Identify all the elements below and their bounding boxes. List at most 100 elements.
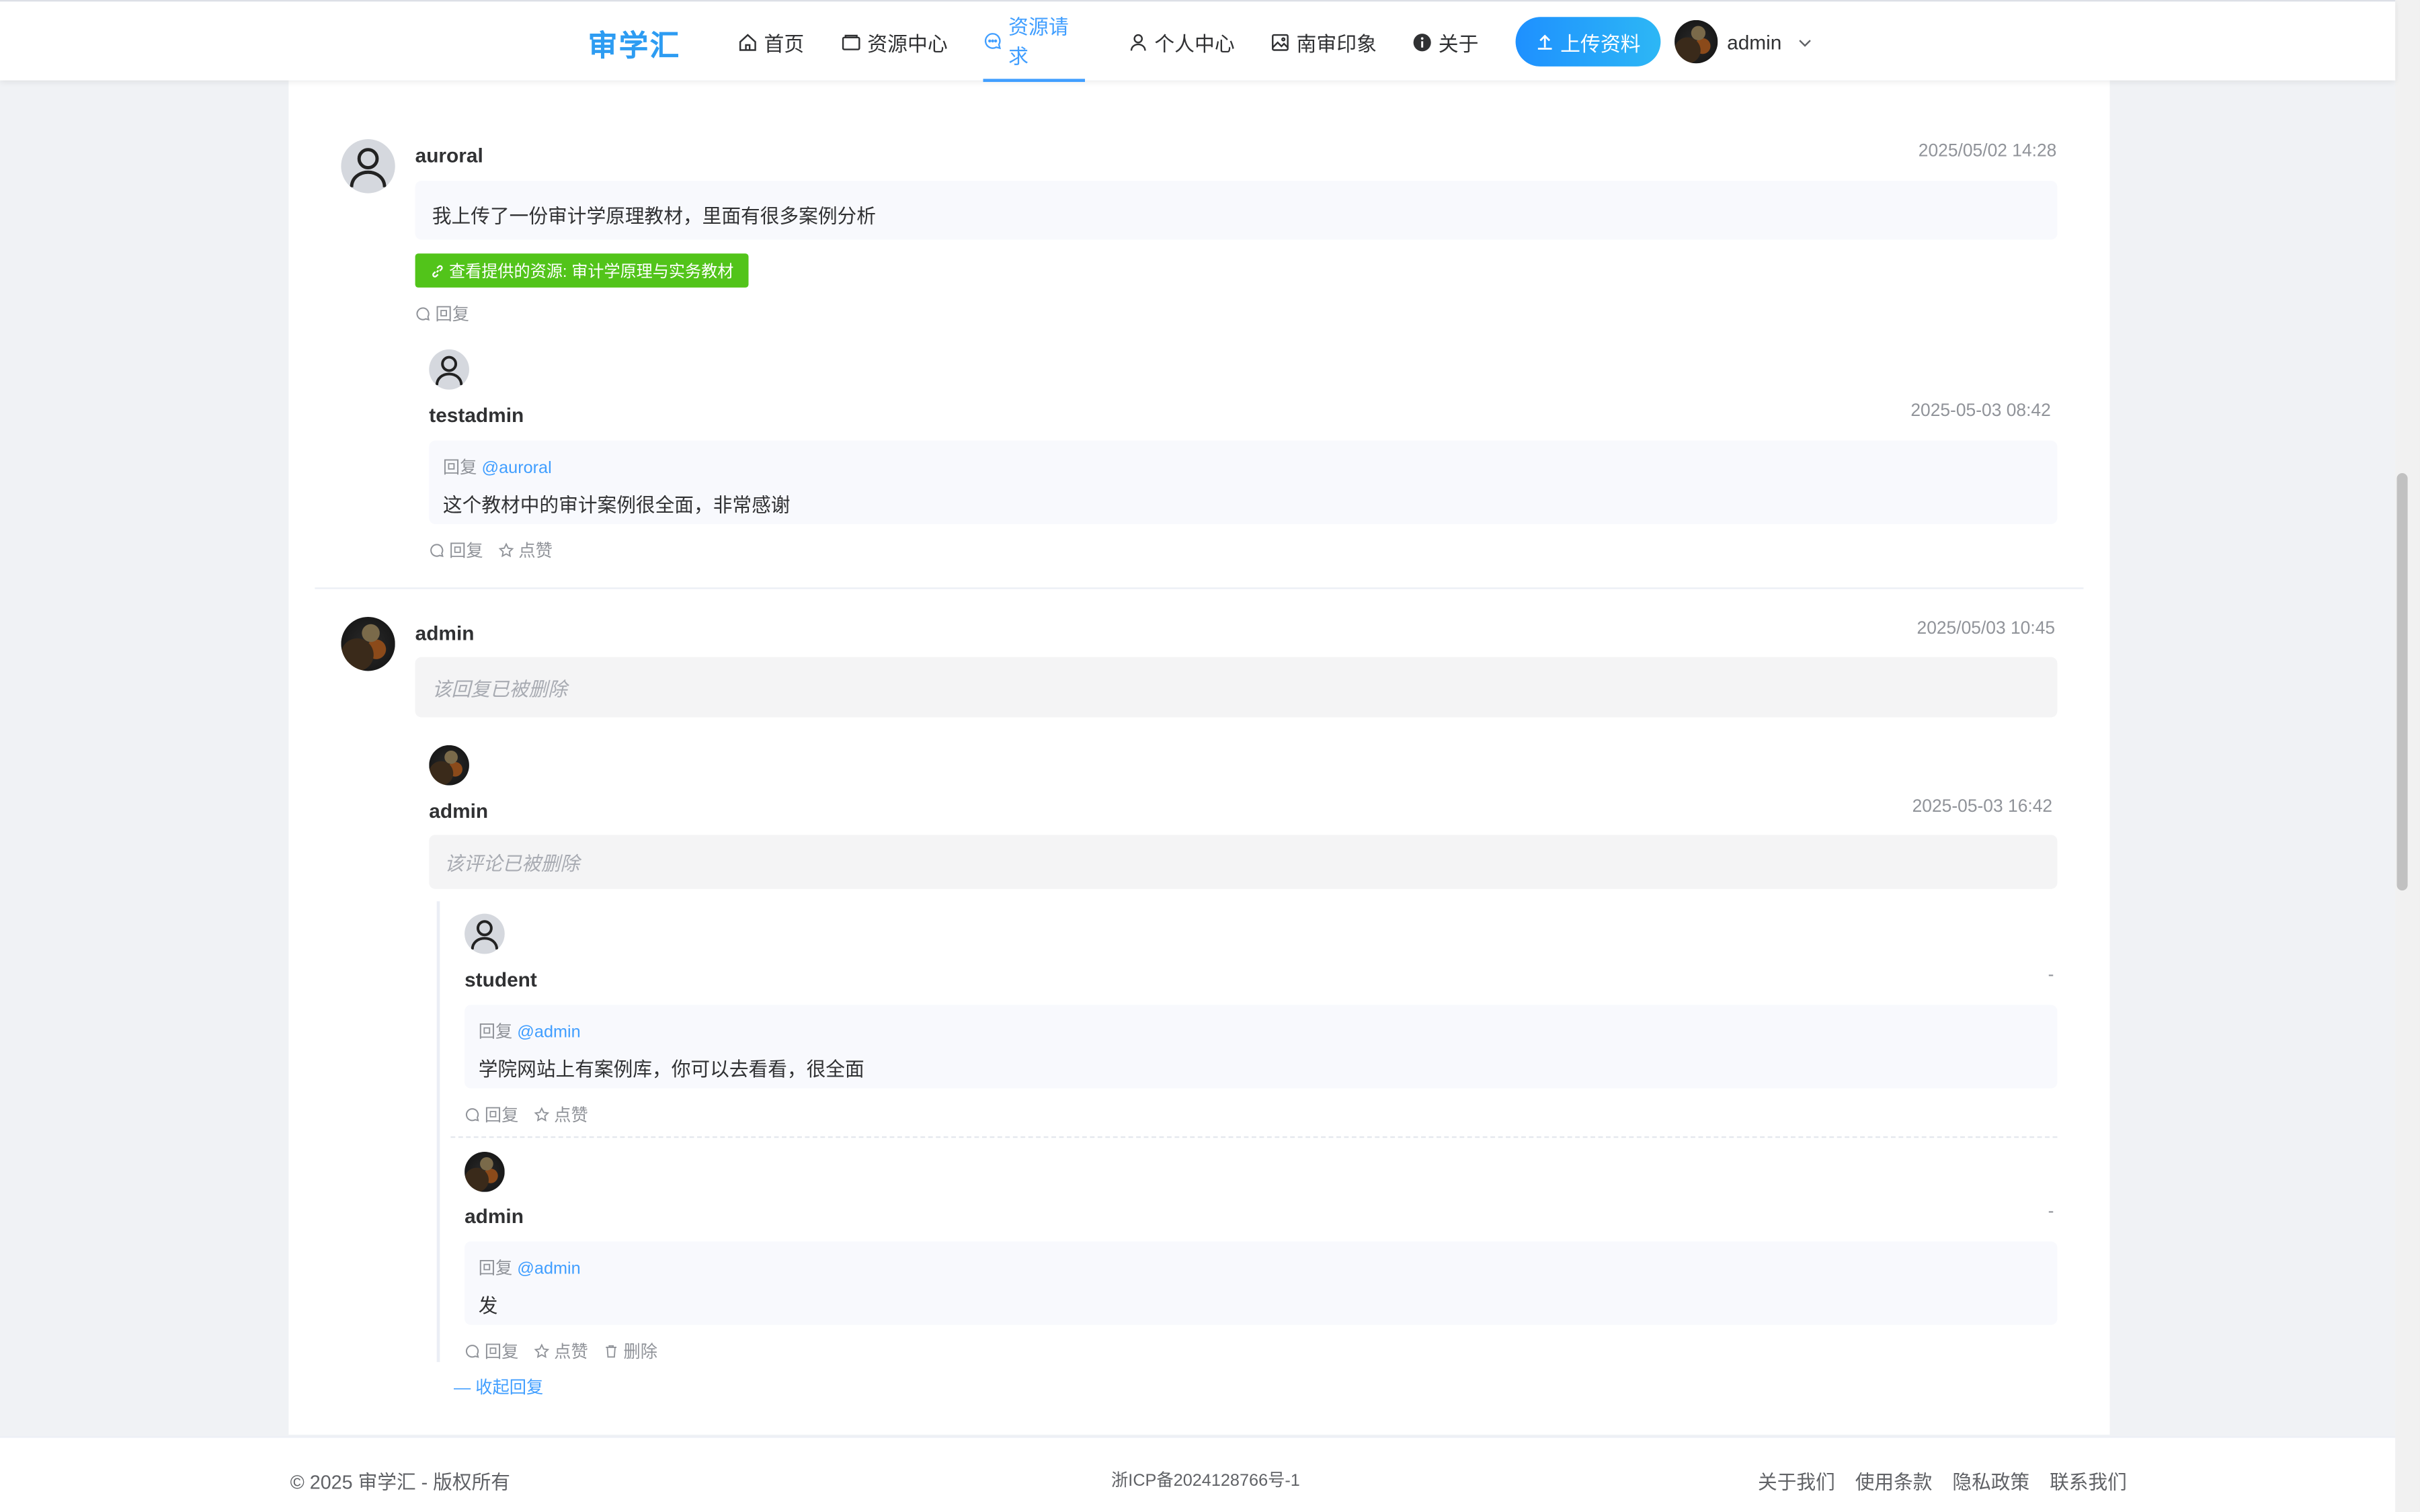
nav-nanshen-impression[interactable]: 南审印象 (1270, 1, 1377, 82)
like-button[interactable]: 点赞 (534, 1339, 588, 1363)
nav-about[interactable]: 关于 (1412, 1, 1479, 82)
mention-link[interactable]: @admin (517, 1023, 580, 1042)
chat-icon (430, 544, 444, 558)
like-button[interactable]: 点赞 (498, 538, 553, 563)
user-menu[interactable]: admin (1675, 19, 1814, 64)
like-label: 点赞 (518, 542, 553, 562)
reply-prefix: 回复 (442, 459, 477, 478)
reply-prefix: 回复 (478, 1259, 513, 1279)
footer-link-terms[interactable]: 使用条款 (1855, 1466, 1933, 1495)
resource-link-label: 查看提供的资源: 审计学原理与实务教材 (449, 261, 734, 281)
nav-resource-request-label: 资源请求 (1008, 15, 1069, 69)
avatar (1675, 19, 1718, 64)
chevron-down-icon (1800, 39, 1812, 46)
star-icon (534, 1107, 550, 1122)
thread-line (436, 901, 440, 1362)
avatar (465, 1151, 505, 1192)
copyright: © 2025 审学汇 - 版权所有 (290, 1472, 510, 1494)
info-icon (1413, 33, 1431, 51)
nav-home-label: 首页 (764, 32, 805, 55)
scrollbar-thumb[interactable] (2396, 472, 2408, 891)
reply-username: student (465, 968, 537, 991)
like-label: 点赞 (554, 1343, 588, 1362)
image-icon (1272, 33, 1289, 50)
like-button[interactable]: 点赞 (534, 1102, 588, 1127)
nav-nanshen-impression-label: 南审印象 (1296, 32, 1377, 55)
reply-content-box: 回复 @admin 发 (465, 1241, 2058, 1325)
comment-time: 2025/05/02 14:28 (1918, 142, 2057, 161)
star-icon (498, 542, 514, 558)
reply-label: 回复 (484, 1343, 519, 1362)
avatar (341, 616, 395, 671)
chat-icon (984, 32, 1002, 49)
reply-divider (450, 1136, 2058, 1138)
reply-text: 这个教材中的审计案例很全面，非常感谢 (442, 495, 791, 517)
deleted-content: 该回复已被删除 (415, 657, 2058, 718)
reply-button[interactable]: 回复 (415, 302, 469, 327)
comment-time: 2025/05/03 10:45 (1917, 620, 2056, 639)
reply-time: 2025-05-03 08:42 (1910, 402, 2051, 421)
reply-actions: 回复 点赞 (465, 1102, 588, 1127)
collapse-replies-button[interactable]: — 收起回复 (454, 1374, 543, 1399)
delete-button[interactable]: 删除 (604, 1339, 657, 1363)
reply-time: 2025-05-03 16:42 (1912, 798, 2053, 816)
icp-number[interactable]: 浙ICP备2024128766号-1 (1111, 1467, 1300, 1492)
avatar (465, 913, 505, 954)
reply-actions: 回复 点赞 (429, 538, 553, 563)
nav-personal-center[interactable]: 个人中心 (1128, 1, 1235, 82)
nav-personal-center-label: 个人中心 (1154, 32, 1235, 55)
reply-content-box: 回复 @admin 学院网站上有案例库，你可以去看看，很全面 (465, 1005, 2058, 1089)
nav-resource-center-label: 资源中心 (867, 32, 948, 55)
link-icon (432, 264, 443, 277)
reply-prefix: 回复 (478, 1023, 513, 1042)
chat-icon (466, 1345, 479, 1358)
reply-button[interactable]: 回复 (465, 1339, 518, 1363)
reply-to-line: 回复 @admin (479, 1019, 2058, 1044)
collapse-label: 收起回复 (475, 1379, 544, 1398)
user-icon (1130, 33, 1146, 50)
reply-username: testadmin (429, 403, 524, 427)
site-logo[interactable]: 审学汇 (588, 24, 681, 65)
default-user-icon (350, 148, 387, 187)
top-navbar: 审学汇 首页 资源中心 资源请求 个人中心 南审印象 关于 上传资料 admin (0, 0, 2396, 82)
chat-icon (416, 307, 430, 321)
reply-label: 回复 (435, 306, 469, 325)
star-icon (534, 1343, 550, 1358)
trash-icon (606, 1345, 617, 1358)
comment-divider (315, 587, 2084, 589)
upload-button[interactable]: 上传资料 (1515, 17, 1661, 67)
box-icon (842, 34, 860, 50)
nav-resource-request[interactable]: 资源请求 (983, 1, 1086, 82)
reply-button[interactable]: 回复 (465, 1102, 518, 1127)
comment-username: admin (415, 621, 475, 645)
reply-username: admin (465, 1204, 524, 1228)
footer-link-contact[interactable]: 联系我们 (2050, 1466, 2127, 1495)
avatar (429, 349, 469, 390)
mention-link[interactable]: @auroral (481, 459, 551, 478)
reply-label: 回复 (484, 1107, 519, 1126)
default-user-icon (435, 355, 463, 386)
page: 审学汇 首页 资源中心 资源请求 个人中心 南审印象 关于 上传资料 admin… (0, 0, 2420, 1512)
reply-text: 学院网站上有案例库，你可以去看看，很全面 (478, 1058, 864, 1081)
reply-content-box: 回复 @auroral 这个教材中的审计案例很全面，非常感谢 (429, 440, 2058, 524)
reply-username: admin (429, 799, 489, 823)
comment-username: auroral (415, 143, 483, 167)
resource-link-button[interactable]: 查看提供的资源: 审计学原理与实务教材 (415, 253, 750, 288)
chat-icon (466, 1108, 479, 1122)
comment-content: 我上传了一份审计学原理教材，里面有很多案例分析 (415, 181, 2058, 240)
footer-link-about[interactable]: 关于我们 (1758, 1466, 1835, 1495)
mention-link[interactable]: @admin (517, 1260, 580, 1279)
nav-home[interactable]: 首页 (737, 1, 804, 82)
nav-about-label: 关于 (1438, 32, 1479, 55)
avatar (341, 139, 395, 194)
footer-links: 关于我们 使用条款 隐私政策 联系我们 (1758, 1466, 2127, 1495)
reply-button[interactable]: 回复 (429, 538, 483, 563)
footer-link-privacy[interactable]: 隐私政策 (1952, 1466, 2029, 1495)
nav-resource-center[interactable]: 资源中心 (841, 1, 948, 82)
reply-actions: 回复 点赞 删除 (465, 1339, 657, 1363)
reply-to-line: 回复 @auroral (443, 454, 2058, 479)
delete-label: 删除 (623, 1343, 658, 1362)
upload-icon (1537, 34, 1552, 50)
upload-button-label: 上传资料 (1560, 32, 1641, 55)
default-user-icon (471, 920, 499, 950)
